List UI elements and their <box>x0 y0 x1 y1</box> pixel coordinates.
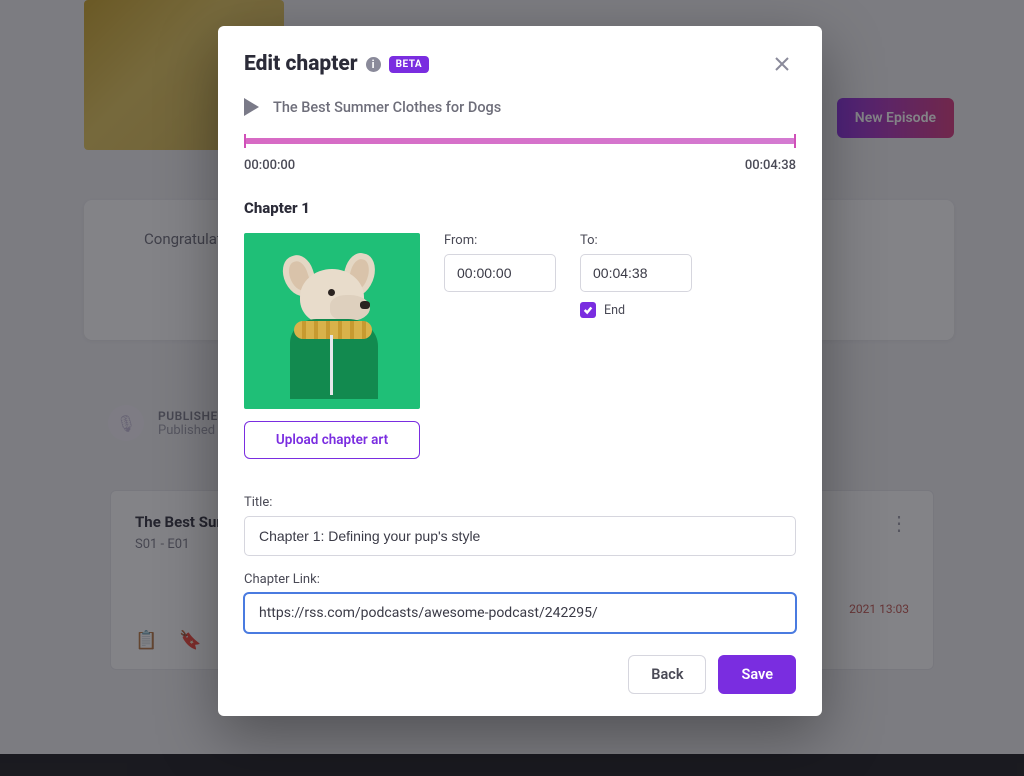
title-field: Title: <box>244 495 796 556</box>
to-label: To: <box>580 233 692 248</box>
chapter-link-field: Chapter Link: <box>244 572 796 633</box>
check-icon <box>583 305 593 315</box>
end-checkbox[interactable] <box>580 302 596 318</box>
from-field: From: <box>444 233 556 318</box>
chapter-link-input[interactable] <box>244 593 796 633</box>
timeline-start: 00:00:00 <box>244 158 295 173</box>
dog-illustration <box>272 259 392 399</box>
chapter-link-label: Chapter Link: <box>244 572 796 587</box>
info-icon[interactable]: i <box>366 57 381 72</box>
save-label: Save <box>741 666 773 683</box>
modal-footer: Back Save <box>244 655 796 694</box>
modal-title: Edit chapter <box>244 52 358 76</box>
back-label: Back <box>651 666 683 683</box>
back-button[interactable]: Back <box>628 655 706 694</box>
save-button[interactable]: Save <box>718 655 796 694</box>
timeline[interactable]: 00:00:00 00:04:38 <box>244 138 796 173</box>
from-input[interactable] <box>444 254 556 292</box>
upload-chapter-art-button[interactable]: Upload chapter art <box>244 421 420 459</box>
title-label: Title: <box>244 495 796 510</box>
chapter-art-preview <box>244 233 420 409</box>
play-button[interactable] <box>244 98 259 116</box>
edit-chapter-modal: Edit chapter i BETA The Best Summer Clot… <box>218 26 822 716</box>
player-row: The Best Summer Clothes for Dogs <box>244 98 796 116</box>
episode-title-label: The Best Summer Clothes for Dogs <box>273 99 501 116</box>
from-label: From: <box>444 233 556 248</box>
end-label: End <box>604 303 625 318</box>
modal-header: Edit chapter i BETA <box>244 50 796 78</box>
to-input[interactable] <box>580 254 692 292</box>
timeline-track[interactable] <box>244 138 796 144</box>
end-checkbox-row[interactable]: End <box>580 302 692 318</box>
upload-btn-label: Upload chapter art <box>276 432 388 448</box>
close-icon <box>774 56 790 72</box>
close-button[interactable] <box>768 50 796 78</box>
beta-badge: BETA <box>389 56 430 73</box>
to-field: To: <box>580 233 692 292</box>
timeline-end: 00:04:38 <box>745 158 796 173</box>
title-input[interactable] <box>244 516 796 556</box>
chapter-heading: Chapter 1 <box>244 199 796 217</box>
